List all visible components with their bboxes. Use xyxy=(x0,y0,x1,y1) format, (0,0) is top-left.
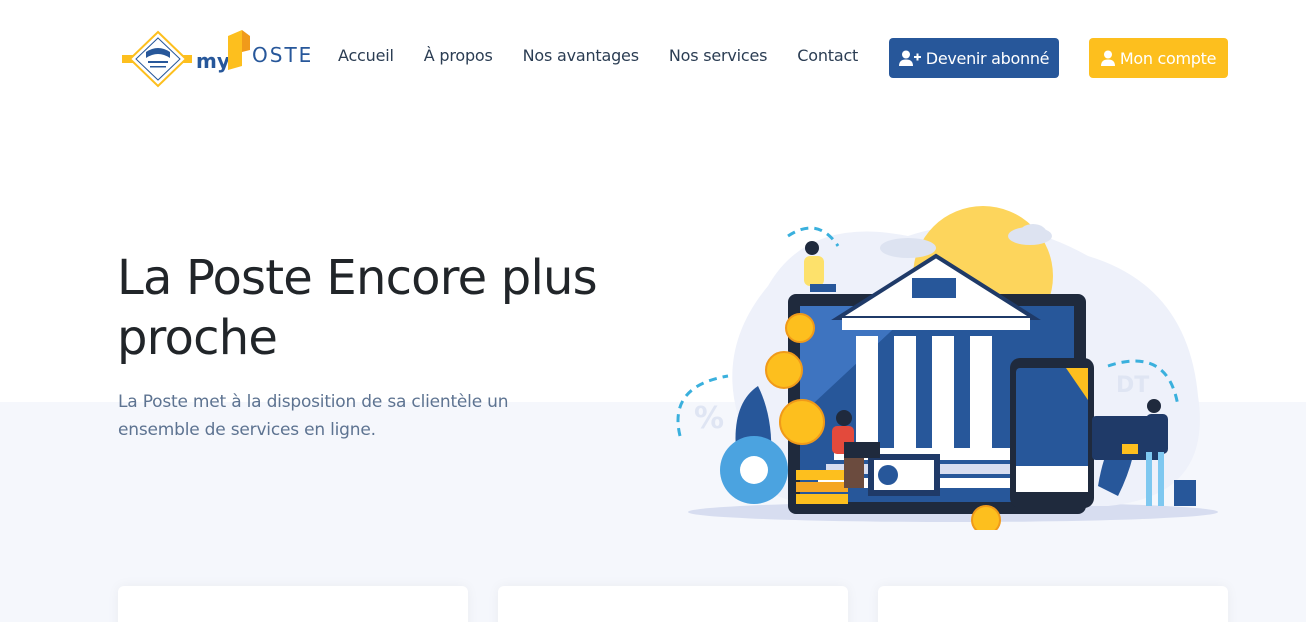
subscribe-button[interactable]: Devenir abonné xyxy=(889,38,1059,78)
hero-description: La Poste met à la disposition de sa clie… xyxy=(118,392,509,440)
hero-title: La Poste Encore plus proche xyxy=(117,250,598,366)
main-nav: Accueil À propos Nos avantages Nos servi… xyxy=(338,46,888,65)
nav-item-accueil[interactable]: Accueil xyxy=(338,46,394,65)
service-card-3[interactable] xyxy=(878,586,1228,622)
nav-item-nos-services[interactable]: Nos services xyxy=(669,46,768,65)
nav-item-a-propos[interactable]: À propos xyxy=(424,46,493,65)
user-plus-icon xyxy=(898,50,921,66)
nav-item-nos-avantages[interactable]: Nos avantages xyxy=(523,46,639,65)
page: my OSTE Accueil À propos Nos avantages N… xyxy=(0,0,1306,622)
header: my OSTE Accueil À propos Nos avantages N… xyxy=(0,0,1306,110)
account-button-label: Mon compte xyxy=(1119,48,1217,68)
user-icon xyxy=(1100,50,1115,66)
subscribe-button-label: Devenir abonné xyxy=(925,48,1050,68)
hero-illustration: % DT xyxy=(668,196,1236,535)
nav-item-contact[interactable]: Contact xyxy=(797,46,858,65)
account-button[interactable]: Mon compte xyxy=(1089,38,1228,78)
svg-text:DT: DT xyxy=(1116,373,1149,398)
myposte-logo-icon: my OSTE xyxy=(122,30,313,88)
logo[interactable]: my OSTE xyxy=(120,22,320,88)
svg-text:%: % xyxy=(694,401,724,436)
logo-suffix: OSTE xyxy=(252,43,313,67)
service-card-1[interactable] xyxy=(118,586,468,622)
service-card-2[interactable] xyxy=(498,586,848,622)
logo-prefix: my xyxy=(196,49,230,73)
digital-post-office-illustration: % DT xyxy=(676,206,1218,535)
